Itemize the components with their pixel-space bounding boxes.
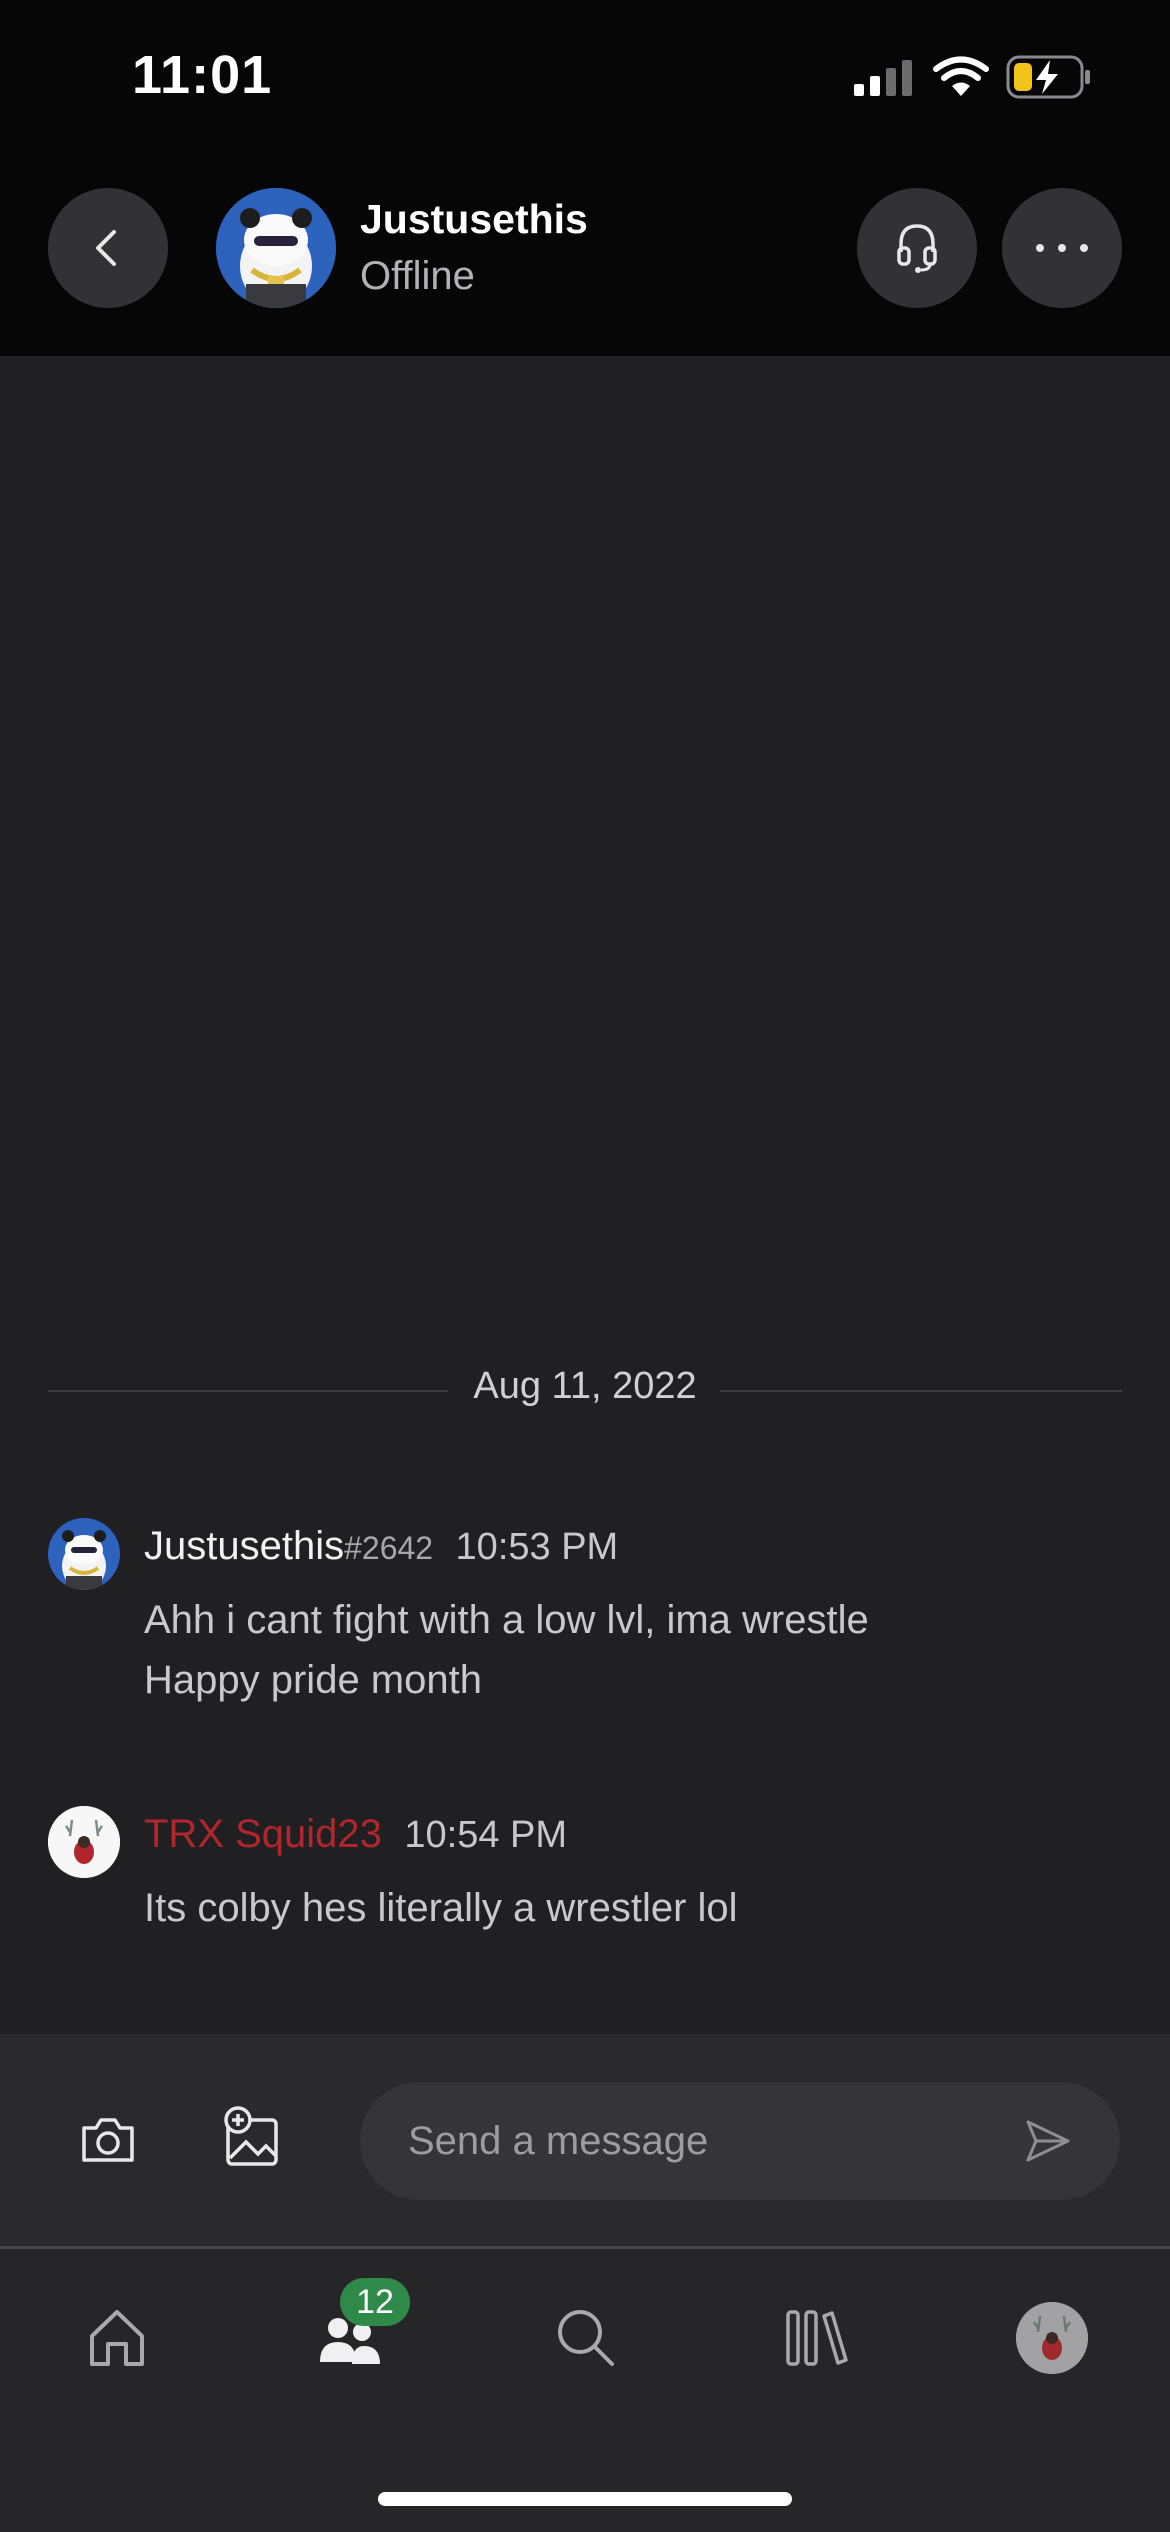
message-input[interactable] [360,2082,1120,2200]
panda-avatar-image [48,1518,120,1590]
message-avatar[interactable] [48,1806,120,1878]
contact-avatar[interactable] [216,188,336,308]
send-button[interactable] [1024,2118,1072,2169]
headset-icon [897,224,937,273]
back-icon [96,230,116,266]
friends-notification-badge: 12 [340,2278,410,2326]
send-icon [1026,2120,1070,2162]
more-icon [1036,244,1088,252]
tab-profile[interactable] [1016,2302,1088,2374]
reindeer-avatar-image [48,1806,120,1878]
more-options-button[interactable] [1002,188,1122,308]
contact-name[interactable]: Justusethis [360,196,588,243]
message-text: Its colby hes literally a wrestler lol [144,1886,738,1930]
add-image-icon [224,2106,278,2166]
message-author-tag: #2642 [344,1530,434,1566]
message-text: Ahh i cant fight with a low lvl, ima wre… [144,1598,869,1642]
profile-avatar [1016,2302,1088,2374]
date-divider-label: Aug 11, 2022 [473,1365,697,1407]
camera-icon [82,2118,134,2162]
panda-avatar-image [216,188,336,308]
tab-search[interactable] [554,2306,616,2373]
message-avatar[interactable] [48,1518,120,1590]
search-icon [558,2310,614,2366]
message-author[interactable]: TRX Squid23 [144,1812,382,1856]
home-indicator [378,2492,792,2506]
battery-charging-icon [1006,55,1090,99]
tab-home[interactable] [86,2306,148,2373]
tab-library[interactable] [784,2308,850,2373]
message-header: TRX Squid23 10:54 PM [144,1812,567,1857]
wifi-icon [933,56,989,96]
voice-call-button[interactable] [857,188,977,308]
library-icon [786,2310,848,2366]
home-icon [90,2310,144,2366]
back-button[interactable] [48,188,168,308]
contact-status: Offline [360,254,475,298]
status-time: 11:01 [132,45,273,105]
message-time: 10:54 PM [404,1814,568,1856]
message-text: Happy pride month [144,1658,482,1702]
message-author[interactable]: Justusethis [144,1524,344,1568]
message-header: Justusethis#2642 10:53 PM [144,1524,618,1569]
message-time: 10:53 PM [455,1526,619,1568]
tab-bar [0,2249,1170,2532]
attach-image-button[interactable] [220,2106,284,2175]
camera-button[interactable] [78,2112,138,2171]
cellular-signal-icon [854,60,912,96]
